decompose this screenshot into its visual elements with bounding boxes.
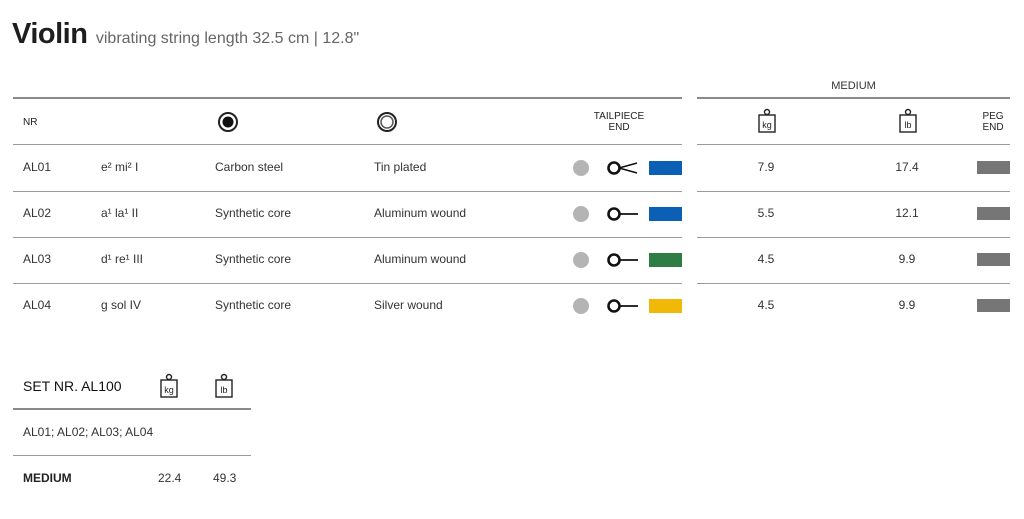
core-material: Synthetic core bbox=[215, 206, 292, 220]
row-divider bbox=[13, 191, 682, 192]
string-number: AL02 bbox=[23, 206, 52, 220]
set-divider-line bbox=[13, 455, 251, 456]
tension-lb: 9.9 bbox=[898, 298, 916, 312]
string-number: AL01 bbox=[23, 160, 52, 174]
page-title: Violin vibrating string length 32.5 cm |… bbox=[12, 18, 359, 51]
tension-kg: 7.9 bbox=[757, 160, 775, 174]
ball-end-icon bbox=[607, 299, 638, 313]
core-material: Synthetic core bbox=[215, 298, 292, 312]
kg-weight-icon: kg bbox=[758, 108, 776, 133]
winding-material-icon bbox=[377, 112, 397, 132]
header-bottom-line-right bbox=[697, 144, 1010, 145]
instrument-name: Violin bbox=[12, 18, 88, 50]
string-note: d¹ re¹ III bbox=[101, 252, 144, 266]
winding-material: Aluminum wound bbox=[374, 206, 467, 220]
loop-end-icon bbox=[607, 161, 638, 175]
header-top-line bbox=[13, 97, 682, 99]
string-number: AL04 bbox=[23, 298, 52, 312]
tension-lb: 9.9 bbox=[898, 252, 916, 266]
tension-kg: 5.5 bbox=[757, 206, 775, 220]
set-contents: AL01; AL02; AL03; AL04 bbox=[23, 425, 154, 439]
set-lb-value: 49.3 bbox=[213, 471, 237, 485]
tailpiece-label-line1: TAILPIECE bbox=[593, 111, 645, 122]
tension-group-label: MEDIUM bbox=[831, 80, 876, 92]
core-material: Synthetic core bbox=[215, 252, 292, 266]
set-tension-label: MEDIUM bbox=[23, 471, 72, 485]
col-header-peg-end: PEG END bbox=[976, 111, 1010, 133]
ball-end-icon bbox=[607, 207, 638, 221]
set-kg-icon-label: kg bbox=[164, 385, 174, 395]
set-lb-weight-icon: lb bbox=[215, 373, 233, 398]
color-code-swatch bbox=[649, 161, 682, 175]
lb-weight-icon: lb bbox=[899, 108, 917, 133]
status-dot bbox=[573, 298, 589, 314]
winding-material: Tin plated bbox=[374, 160, 427, 174]
core-material: Carbon steel bbox=[215, 160, 284, 174]
set-kg-value: 22.4 bbox=[158, 471, 182, 485]
string-note: g sol IV bbox=[101, 298, 142, 312]
tailpiece-label-line2: END bbox=[608, 122, 630, 133]
peg-end-swatch bbox=[977, 161, 1010, 174]
winding-material: Aluminum wound bbox=[374, 252, 467, 266]
peg-end-swatch bbox=[977, 299, 1010, 312]
winding-material: Silver wound bbox=[374, 298, 443, 312]
header-top-line-right bbox=[697, 97, 1010, 99]
header-bottom-line bbox=[13, 144, 682, 145]
ball-end-icon bbox=[607, 253, 638, 267]
status-dot bbox=[573, 252, 589, 268]
string-note: e² mi² I bbox=[101, 160, 139, 174]
peg-label-line2: END bbox=[982, 122, 1004, 133]
string-number: AL03 bbox=[23, 252, 52, 266]
row-divider-right bbox=[697, 237, 1010, 238]
set-number: SET NR. AL100 bbox=[23, 378, 122, 394]
status-dot bbox=[573, 206, 589, 222]
col-header-nr: NR bbox=[23, 117, 38, 128]
set-header-line bbox=[13, 408, 251, 410]
row-divider-right bbox=[697, 283, 1010, 284]
status-dot bbox=[573, 160, 589, 176]
row-divider-right bbox=[697, 191, 1010, 192]
color-code-swatch bbox=[649, 299, 682, 313]
tension-lb: 17.4 bbox=[895, 160, 919, 174]
set-kg-weight-icon: kg bbox=[160, 373, 178, 398]
tension-lb: 12.1 bbox=[895, 206, 919, 220]
peg-end-swatch bbox=[977, 207, 1010, 220]
string-length: vibrating string length 32.5 cm | 12.8" bbox=[95, 30, 360, 47]
peg-end-swatch bbox=[977, 253, 1010, 266]
row-divider bbox=[13, 283, 682, 284]
tension-kg: 4.5 bbox=[757, 252, 775, 266]
kg-weight-icon-label: kg bbox=[762, 120, 772, 130]
row-divider bbox=[13, 237, 682, 238]
lb-weight-icon-label: lb bbox=[904, 120, 911, 130]
core-material-icon bbox=[218, 112, 238, 132]
color-code-swatch bbox=[649, 253, 682, 267]
peg-label-line1: PEG bbox=[982, 111, 1004, 122]
tension-kg: 4.5 bbox=[757, 298, 775, 312]
col-header-tailpiece-end: TAILPIECE END bbox=[590, 111, 648, 133]
set-lb-icon-label: lb bbox=[220, 385, 227, 395]
color-code-swatch bbox=[649, 207, 682, 221]
string-note: a¹ la¹ II bbox=[101, 206, 139, 220]
